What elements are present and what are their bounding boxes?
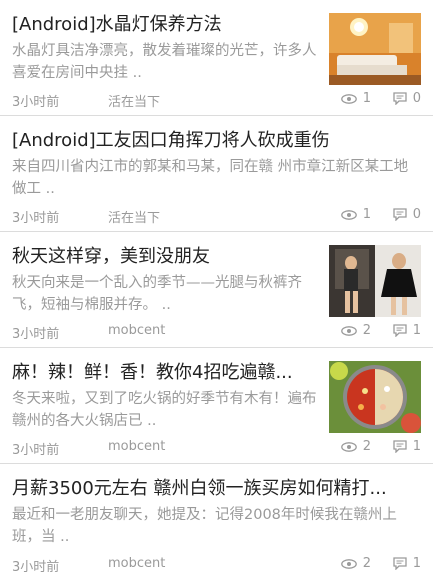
comment-count-value: 0 (412, 91, 421, 106)
article-meta: 3小时前 mobcent 2 1 (12, 323, 421, 342)
comment-count: 1 (393, 323, 421, 338)
view-count: 2 (340, 556, 371, 571)
post-author[interactable]: mobcent (108, 556, 165, 571)
article-title[interactable]: 麻！辣！鲜！香！教你4招吃遍赣... (12, 358, 317, 384)
article-title[interactable]: [Android]工友因口角挥刀将人砍成重伤 (12, 126, 420, 152)
article-summary: 来自四川省内江市的郭某和马某，同在赣 州市章江新区某工地做工 .. (12, 159, 409, 197)
article-summary: 秋天向来是一个乱入的季节——光腿与秋裤齐飞，短袖与棉服并存。 .. (12, 275, 302, 313)
article-summary: 水晶灯具洁净漂亮，散发着璀璨的光芒，许多人喜爱在房间中央挂 .. (12, 43, 317, 81)
post-time: 3小时前 (12, 560, 60, 575)
comment-count: 1 (393, 556, 421, 571)
comment-count: 1 (393, 439, 421, 454)
view-count-value: 2 (362, 323, 371, 338)
comment-count-value: 0 (412, 207, 421, 222)
eye-icon (340, 558, 357, 569)
article-title[interactable]: [Android]水晶灯保养方法 (12, 10, 317, 36)
comment-icon (393, 324, 407, 337)
article-list: [Android]水晶灯保养方法 水晶灯具洁净漂亮，散发着璀璨的光芒，许多人喜爱… (0, 0, 433, 580)
comment-icon (393, 557, 407, 570)
article-card[interactable]: 麻！辣！鲜！香！教你4招吃遍赣... 冬天来啦，又到了吃火锅的好季节有木有！遍布… (0, 348, 433, 464)
article-thumbnail[interactable] (329, 245, 421, 317)
eye-icon (340, 93, 357, 104)
article-meta: 3小时前 活在当下 1 0 (12, 91, 421, 110)
article-card[interactable]: 秋天这样穿，美到没朋友 秋天向来是一个乱入的季节——光腿与秋裤齐飞，短袖与棉服并… (0, 232, 433, 348)
comment-count: 0 (393, 207, 421, 222)
comment-icon (393, 440, 407, 453)
article-summary: 最近和一老朋友聊天，她提及：记得2008年时候我在赣州上班，当 .. (12, 507, 397, 545)
view-count-value: 1 (362, 207, 371, 222)
article-meta: 3小时前 mobcent 2 1 (12, 556, 421, 575)
article-title[interactable]: 月薪3500元左右 赣州白领一族买房如何精打... (12, 474, 420, 500)
post-time: 3小时前 (12, 327, 60, 342)
post-author[interactable]: 活在当下 (108, 91, 160, 110)
article-card[interactable]: 月薪3500元左右 赣州白领一族买房如何精打... 最近和一老朋友聊天，她提及：… (0, 464, 433, 580)
comment-count: 0 (393, 91, 421, 106)
post-time: 3小时前 (12, 95, 60, 110)
comment-icon (393, 92, 407, 105)
article-card[interactable]: [Android]工友因口角挥刀将人砍成重伤 来自四川省内江市的郭某和马某，同在… (0, 116, 433, 232)
comment-icon (393, 208, 407, 221)
post-author[interactable]: mobcent (108, 439, 165, 454)
eye-icon (340, 441, 357, 452)
view-count-value: 2 (362, 556, 371, 571)
article-card[interactable]: [Android]水晶灯保养方法 水晶灯具洁净漂亮，散发着璀璨的光芒，许多人喜爱… (0, 0, 433, 116)
comment-count-value: 1 (412, 439, 421, 454)
view-count-value: 2 (362, 439, 371, 454)
article-summary: 冬天来啦，又到了吃火锅的好季节有木有！遍布赣州的各大火锅店已 .. (12, 391, 317, 429)
post-time: 3小时前 (12, 211, 60, 226)
post-time: 3小时前 (12, 443, 60, 458)
view-count: 2 (340, 439, 371, 454)
article-meta: 3小时前 活在当下 1 0 (12, 207, 421, 226)
view-count: 1 (340, 91, 371, 106)
view-count: 2 (340, 323, 371, 338)
comment-count-value: 1 (412, 556, 421, 571)
article-thumbnail[interactable] (329, 361, 421, 433)
article-title[interactable]: 秋天这样穿，美到没朋友 (12, 242, 317, 268)
comment-count-value: 1 (412, 323, 421, 338)
article-meta: 3小时前 mobcent 2 1 (12, 439, 421, 458)
eye-icon (340, 209, 357, 220)
view-count: 1 (340, 207, 371, 222)
post-author[interactable]: mobcent (108, 323, 165, 338)
article-thumbnail[interactable] (329, 13, 421, 85)
view-count-value: 1 (362, 91, 371, 106)
eye-icon (340, 325, 357, 336)
post-author[interactable]: 活在当下 (108, 207, 160, 226)
